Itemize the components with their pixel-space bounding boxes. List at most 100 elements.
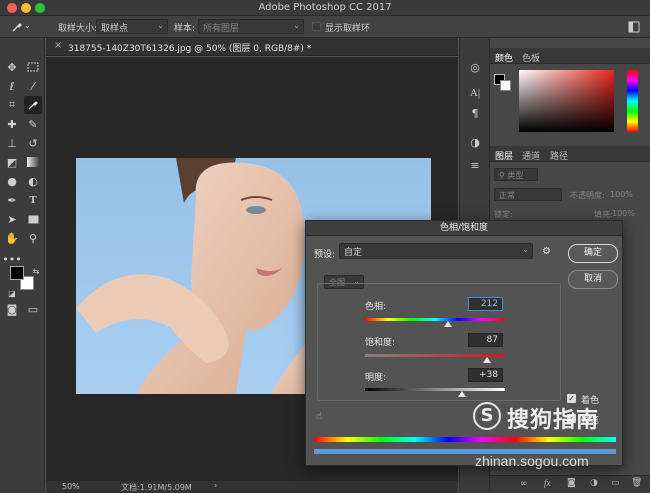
mask-icon[interactable]: ◙	[567, 478, 576, 488]
lightness-slider-track[interactable]	[365, 388, 505, 391]
cancel-button[interactable]: 取消	[568, 270, 618, 289]
dialog-title: 色相/饱和度	[306, 221, 622, 236]
workspace-icon[interactable]	[625, 18, 643, 36]
show-ring-label: 显示取样环	[325, 24, 371, 34]
hue-label: 色相:	[365, 302, 387, 312]
close-icon[interactable]: ×	[54, 40, 62, 51]
history-brush-tool-icon[interactable]: ↺	[24, 134, 42, 152]
app-title: Adobe Photoshop CC 2017	[258, 2, 392, 13]
rectangle-tool-icon[interactable]	[24, 210, 42, 228]
sample-label: 样本:	[174, 24, 196, 34]
sample-size-label: 取样大小:	[58, 24, 98, 34]
preset-label: 预设:	[314, 250, 336, 260]
paragraph-panel-icon[interactable]: ¶	[466, 104, 484, 122]
hue-input[interactable]: 212	[468, 297, 503, 311]
preset-value: 自定	[344, 248, 363, 258]
trash-icon[interactable]: 🗑	[631, 478, 642, 488]
pen-tool-icon[interactable]: ✒	[3, 191, 21, 209]
watermark-brand: 搜狗指南	[507, 408, 600, 433]
opacity-value[interactable]: 100%	[610, 190, 633, 199]
libraries-icon[interactable]: ◎	[466, 58, 484, 76]
saturation-input[interactable]: 87	[468, 333, 503, 347]
crop-tool-icon[interactable]: ⌗	[3, 96, 21, 114]
tab-layers[interactable]: 图层	[495, 149, 513, 162]
eyedropper-tool-icon[interactable]	[24, 96, 42, 114]
screen-mode-icon[interactable]: ▭	[24, 300, 42, 318]
color-background-swatch[interactable]	[500, 80, 511, 91]
gradient-tool-icon[interactable]	[24, 153, 42, 171]
saturation-label: 饱和度:	[365, 338, 396, 348]
opacity-label: 不透明度:	[570, 191, 605, 200]
type-tool-icon[interactable]: T	[24, 191, 42, 209]
character-panel-icon[interactable]: A|	[466, 84, 484, 102]
targeted-adjustment-hand-icon[interactable]: ☝	[316, 411, 322, 422]
lock-label: 锁定:	[494, 210, 513, 219]
tab-channels[interactable]: 通道	[522, 149, 540, 162]
document-tab-title: 318755-140Z30T61326.jpg @ 50% (图层 0, RGB…	[68, 44, 312, 54]
healing-brush-tool-icon[interactable]: ✚	[3, 115, 21, 133]
preset-options-gear-icon[interactable]: ⚙	[542, 246, 551, 257]
sample-size-value: 取样点	[101, 24, 129, 34]
fx-icon[interactable]: fx	[544, 478, 551, 488]
chevron-down-icon: ⌄	[522, 245, 529, 254]
lightness-label: 明度:	[365, 373, 387, 383]
adjustments-icon[interactable]: ◑	[466, 133, 484, 151]
link-layers-icon[interactable]: ∞	[520, 479, 528, 489]
sample-select[interactable]: 所有图层 ⌄	[198, 19, 304, 34]
layers-panel-tabs: 图层 通道 路径	[490, 146, 650, 162]
dodge-tool-icon[interactable]: ◐	[24, 172, 42, 190]
sample-size-select[interactable]: 取样点 ⌄	[96, 19, 168, 34]
kind-filter-value: 类型	[507, 171, 524, 180]
chevron-right-icon[interactable]: ›	[214, 481, 217, 490]
blend-mode-select[interactable]: 正常	[494, 188, 562, 201]
color-panel-tabs: 颜色 色板	[490, 48, 650, 64]
blur-tool-icon[interactable]: ●	[3, 172, 21, 190]
zoom-tool-icon[interactable]: ⚲	[24, 229, 42, 247]
foreground-color-swatch-top[interactable]	[10, 266, 24, 280]
color-picker-field[interactable]	[519, 70, 614, 132]
document-tab[interactable]: × 318755-140Z30T61326.jpg @ 50% (图层 0, R…	[46, 38, 458, 56]
lightness-input[interactable]: +38	[468, 368, 503, 382]
search-icon: ⚲	[499, 171, 505, 180]
swap-colors-icon[interactable]: ⇆	[27, 262, 45, 280]
hue-strip[interactable]	[627, 70, 638, 132]
chevron-down-icon: ⌄	[157, 21, 164, 30]
options-bar: ⌄ 取样大小: 取样点 ⌄ 样本: 所有图层 ⌄ 显示取样环	[0, 16, 650, 38]
layer-kind-filter[interactable]: ⚲ 类型	[494, 168, 538, 181]
chevron-down-icon[interactable]: ⌄	[24, 21, 31, 30]
marquee-tool-icon[interactable]	[24, 58, 42, 76]
ok-button[interactable]: 确定	[568, 244, 618, 263]
clone-stamp-tool-icon[interactable]: ⊥	[3, 134, 21, 152]
quick-mask-icon[interactable]: ◙	[3, 300, 21, 318]
tab-color[interactable]: 颜色	[495, 51, 513, 64]
status-bar: 50% 文档:1.91M/5.09M ›	[46, 481, 458, 493]
tab-swatches[interactable]: 色板	[522, 51, 540, 64]
eraser-tool-icon[interactable]: ◩	[3, 153, 21, 171]
sogou-logo-icon: S	[473, 402, 501, 430]
fill-label: 填充:	[594, 210, 613, 219]
hand-tool-icon[interactable]: ✋	[3, 229, 21, 247]
fill-value[interactable]: 100%	[612, 209, 635, 218]
magic-wand-tool-icon[interactable]: ⁄	[24, 77, 42, 95]
show-ring-checkbox[interactable]	[312, 22, 321, 31]
preset-select[interactable]: 自定 ⌄	[339, 243, 533, 259]
tools-panel: ✥ ℓ ⁄ ⌗ ✚ ✎ ⊥ ↺ ◩ ● ◐ ✒ T ➤ ✋ ⚲ ••• ⇆ ◪ …	[0, 38, 45, 493]
properties-icon[interactable]: ≡	[466, 156, 484, 174]
blend-mode-value: 正常	[499, 191, 515, 200]
hue-slider-thumb[interactable]	[443, 321, 452, 327]
lightness-slider-thumb[interactable]	[457, 391, 466, 397]
saturation-slider-thumb[interactable]	[482, 357, 491, 363]
zoom-level[interactable]: 50%	[62, 482, 80, 491]
adjustment-group	[317, 283, 561, 401]
brush-tool-icon[interactable]: ✎	[24, 115, 42, 133]
lasso-tool-icon[interactable]: ℓ	[3, 77, 21, 95]
title-bar: Adobe Photoshop CC 2017	[0, 0, 650, 16]
chevron-down-icon: ⌄	[293, 21, 300, 30]
hue-slider-track[interactable]	[365, 318, 505, 321]
new-group-icon[interactable]: ▭	[611, 478, 620, 488]
adjustment-layer-icon[interactable]: ◑	[590, 478, 598, 488]
sample-value: 所有图层	[203, 24, 240, 34]
tab-paths[interactable]: 路径	[550, 149, 568, 162]
path-selection-tool-icon[interactable]: ➤	[3, 210, 21, 228]
move-tool-icon[interactable]: ✥	[3, 58, 21, 76]
